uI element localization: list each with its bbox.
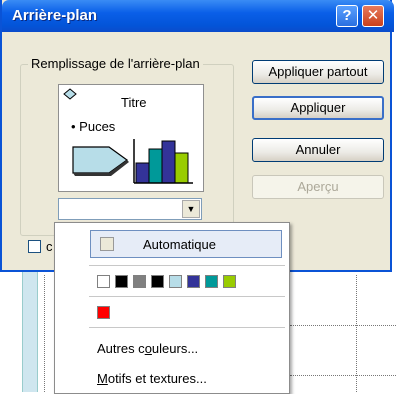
- cancel-button[interactable]: Annuler: [252, 138, 384, 162]
- more-colors-accel: o: [144, 341, 152, 356]
- color-swatch[interactable]: [205, 275, 218, 288]
- chevron-down-icon[interactable]: ▼: [182, 200, 200, 218]
- apply-button[interactable]: Appliquer: [252, 96, 384, 120]
- color-swatch[interactable]: [169, 275, 182, 288]
- color-swatch[interactable]: [133, 275, 146, 288]
- diamond-bullet-icon: [63, 88, 77, 100]
- color-swatch[interactable]: [115, 275, 128, 288]
- slide-guide-line: [44, 275, 45, 392]
- automatic-label: Automatique: [143, 237, 216, 252]
- slide-thumbnail-strip: [22, 272, 38, 392]
- close-button[interactable]: ✕: [362, 5, 384, 27]
- menu-separator: [89, 296, 285, 297]
- color-swatch[interactable]: [223, 275, 236, 288]
- automatic-swatch: [100, 237, 114, 251]
- menu-separator: [89, 327, 285, 328]
- title-bar[interactable]: Arrière-plan ? ✕: [2, 0, 394, 32]
- apply-all-button[interactable]: Appliquer partout: [252, 60, 384, 84]
- color-dropdown-menu: Automatique Autres couleurs... Motifs et…: [54, 222, 290, 394]
- fill-color-combo[interactable]: ▼: [58, 198, 202, 220]
- color-swatch[interactable]: [97, 275, 110, 288]
- dialog-title: Arrière-plan: [12, 7, 98, 24]
- slide-guide-line: [356, 275, 357, 392]
- patterns-text: otifs et textures...: [107, 371, 207, 386]
- slide-guide-line: [290, 325, 396, 326]
- recent-color-swatch[interactable]: [97, 306, 110, 319]
- help-button[interactable]: ?: [336, 5, 358, 27]
- more-colors-item[interactable]: Autres couleurs...: [97, 341, 198, 356]
- more-colors-text-end: uleurs...: [151, 341, 199, 356]
- color-swatch[interactable]: [151, 275, 164, 288]
- preview-title: Titre: [121, 95, 147, 110]
- patterns-textures-item[interactable]: Motifs et textures...: [97, 371, 207, 386]
- omit-graphics-label: c: [46, 239, 53, 254]
- patterns-accel: M: [97, 371, 108, 386]
- slide-guide-line: [290, 375, 396, 376]
- more-colors-text: Autres c: [97, 341, 145, 356]
- preview-bullet: • Puces: [71, 119, 116, 134]
- color-swatch[interactable]: [187, 275, 200, 288]
- menu-separator: [89, 265, 285, 266]
- bar-chart-icon: [133, 139, 193, 184]
- omit-graphics-checkbox[interactable]: [28, 240, 41, 253]
- fill-group-label: Remplissage de l'arrière-plan: [28, 56, 203, 71]
- automatic-color-item[interactable]: Automatique: [90, 230, 282, 258]
- arrow-shape-icon: [72, 146, 129, 176]
- background-preview: Titre • Puces: [58, 84, 204, 192]
- preview-button[interactable]: Aperçu: [252, 175, 384, 199]
